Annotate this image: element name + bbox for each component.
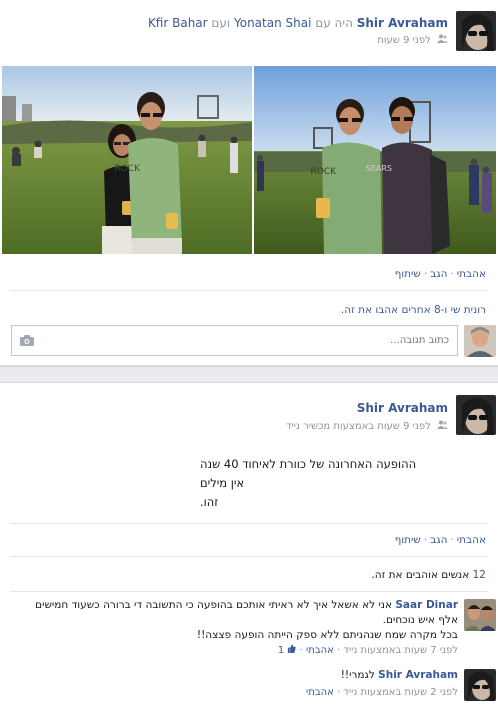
comment-author[interactable]: Shir Avraham (378, 669, 458, 681)
comment-text: Shir Avraham לגמרי!! לפני 2 שעות באמצעות… (20, 668, 458, 700)
like-button[interactable]: אהבתי (457, 534, 486, 546)
comment-time[interactable]: לפני 7 שעות באמצעות נייד (343, 645, 458, 656)
comment-item: Saar Dinar אני לא אשאל איך לא ראיתי אותכ… (0, 599, 498, 659)
post-line-1: ההופעה האחרונה של כוורת לאיחוד 40 שנה (200, 457, 417, 471)
photo-grid: ROCK ROCK SEARS (2, 66, 496, 254)
share-button[interactable]: שיתוף (395, 268, 421, 280)
like-button[interactable]: אהבתי (457, 268, 486, 280)
post-header: Shir Avraham היה עם Yonatan Shai ועם Kfi… (0, 0, 498, 60)
svg-text:ROCK: ROCK (114, 164, 141, 174)
likes-summary[interactable]: רונית שי ו-8 אחרים אהבו את זה. (341, 304, 486, 316)
likes-summary[interactable]: 12 אנשים אוהבים את זה. (371, 569, 486, 581)
comment-author[interactable]: Saar Dinar (395, 599, 458, 611)
viewer-avatar (464, 325, 496, 357)
share-button[interactable]: שיתוף (395, 534, 421, 546)
post-body: ההופעה האחרונה של כוורת לאיחוד 40 שנה אי… (20, 455, 498, 512)
and-text: ועם (211, 16, 231, 30)
author-avatar[interactable] (456, 11, 496, 51)
comment-button[interactable]: הגב (430, 268, 447, 280)
camera-icon[interactable] (20, 335, 34, 349)
likes-count[interactable]: 12 (473, 569, 486, 581)
tagged-friend-2[interactable]: Kfir Bahar (148, 16, 208, 30)
post-author-line: Shir Avraham (357, 401, 448, 415)
divider (10, 523, 488, 524)
post-timestamp: לפני 9 שעות באמצעות מכשיר נייד (286, 420, 448, 432)
comment-item: Shir Avraham לגמרי!! לפני 2 שעות באמצעות… (0, 669, 498, 705)
comment-text: Saar Dinar אני לא אשאל איך לא ראיתי אותכ… (20, 598, 458, 658)
likes-text: אנשים אוהבים את זה. (371, 569, 470, 581)
time-text[interactable]: לפני 9 שעות (377, 35, 431, 46)
comment-button[interactable]: הגב (430, 534, 447, 546)
friends-icon[interactable] (437, 34, 448, 46)
comment-body: לגמרי!! (340, 669, 375, 681)
tagged-friend-1[interactable]: Yonatan Shai (234, 16, 311, 30)
thumbs-up-icon (284, 644, 297, 656)
comment-input-box (11, 325, 458, 356)
post-header: Shir Avraham לפני 9 שעות באמצעות מכשיר נ… (0, 383, 498, 443)
post-line-3: זהו. (200, 495, 219, 509)
divider (10, 290, 488, 291)
comment-like-button[interactable]: אהבתי (306, 687, 334, 698)
author-name[interactable]: Shir Avraham (357, 401, 448, 415)
author-avatar[interactable] (456, 395, 496, 435)
post-actions: אהבתי·הגב·שיתוף (394, 268, 486, 280)
comment-input[interactable] (12, 326, 457, 355)
with-text: היה עם (315, 16, 353, 30)
post-actions: אהבתי·הגב·שיתוף (394, 534, 486, 546)
comment-meta: לפני 2 שעות באמצעות נייד · אהבתי (306, 687, 458, 698)
svg-text:ROCK: ROCK (310, 167, 337, 177)
comment-time[interactable]: לפני 2 שעות באמצעות נייד (343, 687, 458, 698)
divider (10, 591, 488, 592)
commenter-avatar[interactable] (464, 669, 496, 701)
concert-photo-1[interactable]: ROCK (2, 66, 252, 254)
concert-photo-2[interactable]: ROCK SEARS (254, 66, 496, 254)
comment-meta: לפני 7 שעות באמצעות נייד · אהבתי · 1 (277, 644, 458, 656)
comment-like-button[interactable]: אהבתי (306, 645, 334, 656)
svg-text:SEARS: SEARS (366, 164, 392, 173)
commenter-avatar[interactable] (464, 599, 496, 631)
divider (10, 556, 488, 557)
time-text[interactable]: לפני 9 שעות באמצעות מכשיר נייד (286, 421, 431, 432)
feed-separator (0, 366, 498, 383)
author-name[interactable]: Shir Avraham (357, 16, 448, 30)
friends-icon[interactable] (437, 420, 448, 432)
post-author-line: Shir Avraham היה עם Yonatan Shai ועם Kfi… (148, 16, 448, 30)
comment-like-count[interactable]: 1 (278, 644, 297, 656)
comment-body-line-2: בכל מקרה שמח שנהניתם ללא ספק הייתה הופעה… (196, 629, 458, 641)
post-timestamp: לפני 9 שעות (377, 34, 448, 46)
status-post: Shir Avraham לפני 9 שעות באמצעות מכשיר נ… (0, 383, 498, 707)
photo-post: Shir Avraham היה עם Yonatan Shai ועם Kfi… (0, 0, 498, 366)
post-line-2: אין מילים (200, 476, 245, 490)
